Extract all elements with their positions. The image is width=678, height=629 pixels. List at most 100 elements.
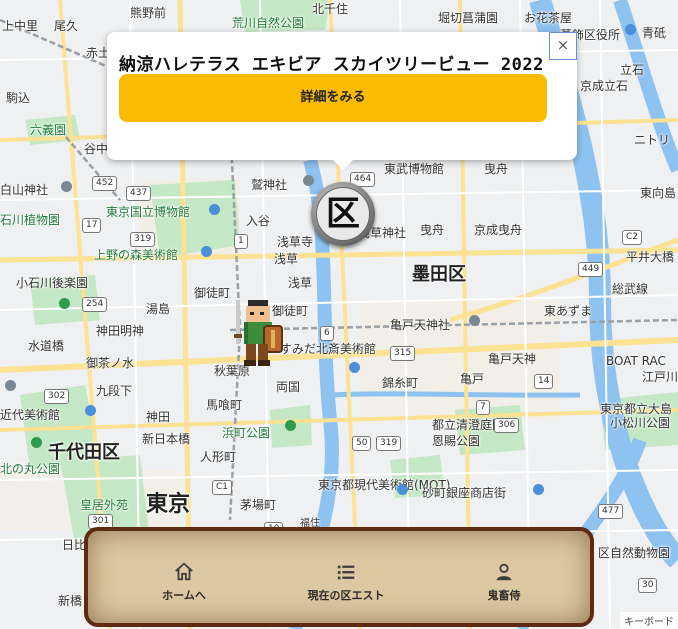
map-label: 小松川公園	[610, 416, 671, 430]
map-label: 立石	[620, 63, 645, 77]
route-shield: 306	[494, 418, 520, 433]
nav-current-quest[interactable]: 現在の区エスト	[286, 561, 406, 603]
map-label: 湯島	[146, 302, 171, 316]
route-shield: 319	[376, 436, 402, 451]
ward-marker[interactable]: 区	[311, 182, 375, 246]
popup-close-button[interactable]: ×	[549, 32, 577, 60]
map-label: 神田	[146, 410, 171, 424]
map-label: 人形町	[200, 450, 237, 464]
map-label: 浜町公園	[222, 426, 271, 440]
list-icon	[286, 561, 406, 585]
map-label: 京成立石	[580, 79, 629, 93]
samurai-character-icon[interactable]	[230, 296, 286, 368]
map-label: 亀戸	[460, 372, 485, 386]
map-label: 浅草寺	[277, 235, 314, 249]
map-label: 荒川自然公園	[232, 16, 305, 30]
museum-pin-icon[interactable]	[349, 362, 360, 373]
museum-pin-icon[interactable]	[397, 484, 408, 495]
route-shield: 17	[82, 218, 102, 233]
map-label: お花茶屋	[524, 11, 573, 25]
map-label: 江戸川	[642, 370, 678, 384]
route-shield: 449	[578, 262, 604, 277]
nav-current-quest-label: 現在の区エスト	[307, 589, 385, 602]
map-label: 神田明神	[96, 324, 145, 338]
map-label: 馬喰町	[206, 398, 243, 412]
map-label: 砂町銀座商店街	[422, 486, 507, 500]
nav-home-label: ホームへ	[162, 589, 206, 602]
nav-player[interactable]: 鬼畜侍	[444, 561, 564, 603]
route-shield: 6	[320, 326, 334, 341]
map-label: 御茶ノ水	[86, 356, 135, 370]
map-label: ニトリ	[634, 133, 671, 147]
details-button[interactable]: 詳細をみる	[119, 74, 547, 122]
route-shield: 50	[352, 436, 372, 451]
park-pin-icon[interactable]	[31, 437, 42, 448]
route-shield: 254	[82, 297, 108, 312]
map-label: 六義園	[30, 123, 67, 137]
park-pin-icon[interactable]	[285, 420, 296, 431]
map-label: 日比	[62, 538, 87, 552]
map-label: 浅草	[288, 276, 313, 290]
map-label: 白山神社	[0, 183, 49, 197]
map-label: 亀戸天神社	[390, 318, 451, 332]
route-shield: 437	[126, 186, 152, 201]
popup-title: 納涼ハレテラス エキビア スカイツリービュー 2022	[119, 55, 544, 75]
map-label: 駒込	[6, 91, 31, 105]
route-shield: 1	[234, 234, 248, 249]
map-label: 東京国立博物館	[106, 205, 191, 219]
map-label: 曳舟	[420, 223, 445, 237]
map-label: 御徒町	[194, 286, 231, 300]
map-label: 錦糸町	[382, 376, 419, 390]
shrine-pin-icon[interactable]	[5, 380, 16, 391]
map-label: 京成曳舟	[474, 223, 523, 237]
route-shield: C2	[622, 230, 643, 245]
route-shield: 302	[44, 389, 70, 404]
map-label: 青砥	[642, 26, 667, 40]
map-label: 鷲神社	[251, 178, 288, 192]
museum-pin-icon[interactable]	[201, 246, 212, 257]
route-shield: C1	[212, 480, 233, 495]
park-pin-icon[interactable]	[59, 298, 70, 309]
keyboard-shortcuts-link[interactable]: キーボード	[620, 612, 678, 629]
shopping-pin-icon[interactable]	[533, 484, 544, 495]
nav-home[interactable]: ホームへ	[124, 561, 244, 603]
route-shield: 30	[638, 578, 658, 593]
map-label: 上中里	[2, 19, 39, 33]
shrine-pin-icon[interactable]	[469, 315, 480, 326]
museum-pin-icon[interactable]	[209, 204, 220, 215]
map-label: 亀戸天神	[488, 352, 537, 366]
route-shield: 7	[476, 400, 490, 415]
route-shield: 315	[390, 346, 416, 361]
ward-label-sumida: 墨田区	[412, 264, 466, 285]
map-label: 石川植物園	[0, 213, 61, 227]
shrine-pin-icon[interactable]	[303, 175, 314, 186]
map-label: 恩賜公園	[432, 434, 481, 448]
map-label: 東あずま	[544, 304, 593, 318]
nav-player-label: 鬼畜侍	[487, 589, 521, 602]
map-label: 堀切菖蒲園	[438, 11, 499, 25]
city-label-tokyo: 東京	[146, 492, 191, 517]
map-label: 上野の森美術館	[94, 248, 179, 262]
map-label: 北千住	[312, 2, 349, 16]
map-label: 新橋	[58, 594, 83, 608]
map-label: 九段下	[96, 384, 133, 398]
shrine-pin-icon[interactable]	[61, 181, 72, 192]
route-shield: 14	[534, 374, 554, 389]
map-label: 小石川後楽園	[16, 276, 89, 290]
map-label: 総武線	[612, 282, 649, 296]
map-label: 区自然動物園	[598, 546, 671, 560]
event-popup: 納涼ハレテラス エキビア スカイツリービュー 2022 × 詳細をみる	[107, 32, 577, 170]
map-label: 入谷	[246, 214, 271, 228]
map-label: 新日本橋	[142, 432, 191, 446]
map-label: 谷中	[84, 142, 109, 156]
map-label: 水道橋	[28, 339, 65, 353]
museum-pin-icon[interactable]	[85, 405, 96, 416]
route-shield: 452	[92, 176, 118, 191]
home-icon	[124, 561, 244, 585]
government-pin-icon[interactable]	[625, 24, 636, 35]
map-label: 茅場町	[240, 498, 277, 512]
map-label: BOAT RAC	[606, 354, 666, 368]
map-label: 熊野前	[130, 6, 167, 20]
map-label: 浅草	[274, 252, 299, 266]
bottom-nav: ホームへ 現在の区エスト 鬼畜侍	[84, 527, 594, 627]
